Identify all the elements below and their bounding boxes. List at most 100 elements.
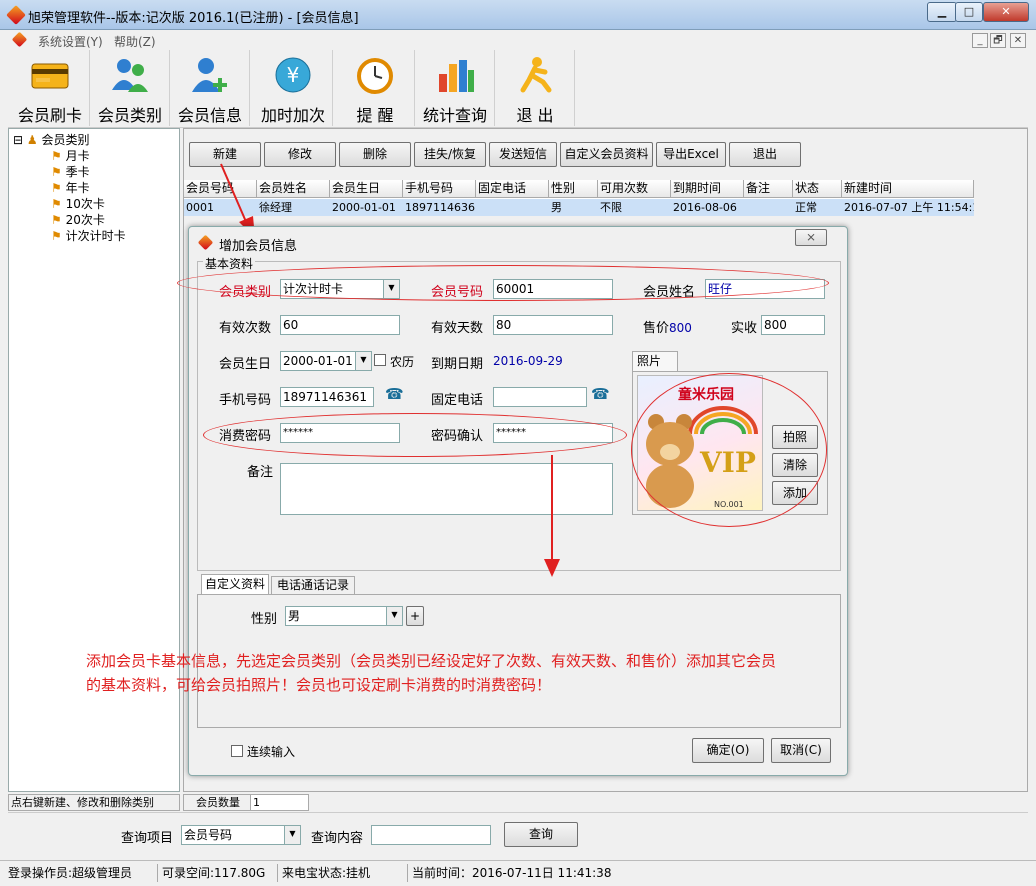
member-count-panel: 会员数量 1 <box>183 794 309 811</box>
export-excel-button[interactable]: 导出Excel <box>656 142 726 167</box>
member-count-value: 1 <box>250 795 308 810</box>
tree-root[interactable]: ⊟ ♟ 会员类别 <box>13 131 90 148</box>
lunar-checkbox[interactable] <box>374 354 386 366</box>
maximize-button[interactable]: □ <box>955 2 983 22</box>
table-cell[interactable]: 2016-08-06 <box>671 199 744 216</box>
mdi-close-button[interactable]: ✕ <box>1010 33 1026 48</box>
continuous-checkbox[interactable] <box>231 745 243 757</box>
add-option-button[interactable]: + <box>406 606 424 626</box>
menu-help[interactable]: 帮助(Z) <box>114 33 156 50</box>
column-header[interactable]: 性别 <box>549 180 598 198</box>
toolbar: 会员刷卡 会员类别 会员信息 ¥ 加时加次 提 醒 统计查询 退 出 <box>8 50 1028 128</box>
tree-item-season[interactable]: ⚑ 季卡 <box>51 163 90 180</box>
exit-list-button[interactable]: 退出 <box>729 142 801 167</box>
column-header[interactable]: 状态 <box>793 180 842 198</box>
table-cell[interactable]: 正常 <box>793 199 842 216</box>
tree-item-timing[interactable]: ⚑ 计次计时卡 <box>51 227 126 244</box>
app-icon <box>6 5 26 25</box>
tab-custom-info[interactable]: 自定义资料 <box>201 574 269 594</box>
table-cell[interactable]: 男 <box>549 199 598 216</box>
collapse-icon[interactable]: ⊟ <box>13 133 23 147</box>
run-icon: ⚑ <box>51 165 62 179</box>
mdi-restore-button[interactable]: 🗗 <box>990 33 1006 48</box>
table-cell[interactable]: 2016-07-07 上午 11:54:11 <box>842 199 974 216</box>
reminder-button[interactable]: 提 醒 <box>335 50 415 126</box>
query-button[interactable]: 查询 <box>504 822 578 847</box>
status-time: 当前时间：2016-07-11日 11:41:38 <box>412 866 612 880</box>
users-icon: ♟ <box>26 133 38 147</box>
column-header[interactable]: 会员生日 <box>330 180 403 198</box>
table-cell[interactable]: 不限 <box>598 199 671 216</box>
tree-item-month[interactable]: ⚑ 月卡 <box>51 147 90 164</box>
mdi-minimize-button[interactable]: _ <box>972 33 988 48</box>
send-sms-button[interactable]: 发送短信 <box>489 142 557 167</box>
tree-item-10times[interactable]: ⚑ 10次卡 <box>51 195 105 212</box>
add-time-button[interactable]: ¥ 加时加次 <box>253 50 333 126</box>
dialog-title: 增加会员信息 <box>219 239 298 254</box>
column-header[interactable]: 手机号码 <box>403 180 476 198</box>
days-input[interactable]: 80 <box>493 315 613 335</box>
column-header[interactable]: 可用次数 <box>598 180 671 198</box>
phone-icon[interactable]: ☎ <box>591 385 611 407</box>
member-info-button[interactable]: 会员信息 <box>170 50 250 126</box>
table-cell[interactable]: 18971146361 <box>403 199 476 216</box>
custom-fields-button[interactable]: 自定义会员资料 <box>560 142 653 167</box>
highlight-ellipse <box>203 413 627 457</box>
paid-input[interactable]: 800 <box>761 315 825 335</box>
expire-label: 到期日期 <box>431 357 484 372</box>
continuous-label: 连续输入 <box>247 745 296 759</box>
phone-input[interactable] <box>493 387 587 407</box>
delete-button[interactable]: 删除 <box>339 142 411 167</box>
table-cell[interactable]: 2000-01-01 <box>330 199 403 216</box>
column-header[interactable]: 到期时间 <box>671 180 744 198</box>
dialog-close-button[interactable]: ⨯ <box>795 229 827 246</box>
tab-photo[interactable]: 照片 <box>632 351 678 371</box>
column-header[interactable]: 固定电话 <box>476 180 549 198</box>
days-label: 有效天数 <box>431 321 484 336</box>
running-man-icon <box>515 56 555 94</box>
close-button[interactable]: ✕ <box>983 2 1029 22</box>
query-item-select[interactable]: 会员号码 ▼ <box>181 825 301 845</box>
ok-button[interactable]: 确定(O) <box>692 738 764 763</box>
run-icon: ⚑ <box>51 229 62 243</box>
lunar-label: 农历 <box>390 355 415 369</box>
tree-item-20times[interactable]: ⚑ 20次卡 <box>51 211 105 228</box>
gender-select[interactable]: 男 ▼ <box>285 606 403 626</box>
add-user-icon <box>190 56 230 94</box>
statistics-button[interactable]: 统计查询 <box>415 50 495 126</box>
note-textarea[interactable] <box>280 463 613 515</box>
query-content-input[interactable] <box>371 825 491 845</box>
column-header[interactable]: 备注 <box>744 180 793 198</box>
phone-icon[interactable]: ☎ <box>385 385 411 407</box>
run-icon: ⚑ <box>51 213 62 227</box>
column-header[interactable]: 会员姓名 <box>257 180 330 198</box>
table-cell[interactable] <box>476 199 549 216</box>
cancel-button[interactable]: 取消(C) <box>771 738 831 763</box>
card-icon <box>30 56 70 94</box>
column-header[interactable]: 新建时间 <box>842 180 974 198</box>
minimize-button[interactable]: ▁ <box>927 2 957 22</box>
birthday-picker[interactable]: 2000-01-01 ▼ <box>280 351 372 371</box>
window-title: 旭荣管理软件--版本:记次版 2016.1(已注册) - [会员信息] <box>28 11 359 26</box>
member-category-button[interactable]: 会员类别 <box>90 50 170 126</box>
swipe-card-button[interactable]: 会员刷卡 <box>10 50 90 126</box>
menu-system-settings[interactable]: 系统设置(Y) <box>38 33 103 50</box>
birthday-label: 会员生日 <box>219 357 272 372</box>
table-cell[interactable]: 徐经理 <box>257 199 330 216</box>
run-icon: ⚑ <box>51 181 62 195</box>
tree-item-year[interactable]: ⚑ 年卡 <box>51 179 90 196</box>
lost-restore-button[interactable]: 挂失/恢复 <box>414 142 486 167</box>
tab-call-records[interactable]: 电话通话记录 <box>271 576 355 594</box>
member-table: 会员号码 会员姓名 会员生日 手机号码 固定电话 性别 可用次数 到期时间 备注… <box>184 180 974 216</box>
times-input[interactable]: 60 <box>280 315 400 335</box>
annotation-line-2: 的基本资料，可给会员拍照片！会员也可设定刷卡消费的时消费密码！ <box>86 676 552 694</box>
mobile-input[interactable]: 18971146361 <box>280 387 374 407</box>
table-cell[interactable] <box>744 199 793 216</box>
chevron-down-icon: ▼ <box>284 826 300 844</box>
chevron-down-icon: ▼ <box>355 352 371 370</box>
exit-button[interactable]: 退 出 <box>495 50 575 126</box>
group-title: 基本资料 <box>203 255 256 272</box>
phone-label: 固定电话 <box>431 393 484 408</box>
edit-button[interactable]: 修改 <box>264 142 336 167</box>
status-operator: 登录操作员:超级管理员 <box>6 864 158 882</box>
